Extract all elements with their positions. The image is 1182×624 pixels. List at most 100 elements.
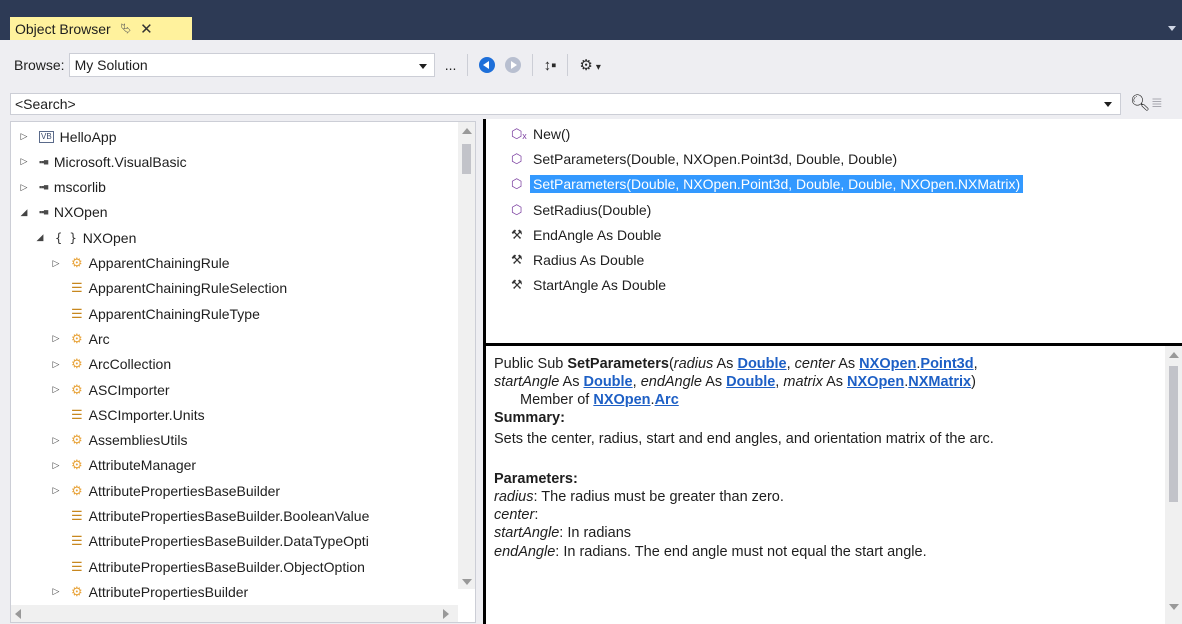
type-link[interactable]: Double (583, 374, 632, 390)
chevron-down-icon: ▾ (595, 62, 601, 73)
member-item-label: StartAngle As Double (533, 277, 667, 294)
scroll-up-icon[interactable] (462, 128, 472, 134)
tree-item[interactable]: ▷ ⚙ ApparentChainingRule (49, 251, 230, 276)
expand-arrow-icon[interactable]: ▷ (17, 182, 31, 193)
sig-text: As (701, 374, 727, 390)
tree-item[interactable]: ☰ ApparentChainingRuleType (49, 301, 260, 326)
add-reference-icon[interactable]: ↕▪ (544, 57, 557, 74)
expand-arrow-icon[interactable]: ▷ (49, 258, 63, 269)
namespace-link[interactable]: NXOpen (593, 392, 650, 408)
scroll-up-icon[interactable] (1169, 352, 1179, 358)
tree-item[interactable]: ☰ ApparentChainingRuleSelection (49, 276, 287, 301)
browse-scope-value: My Solution (74, 57, 148, 73)
type-link[interactable]: Double (726, 374, 775, 390)
param-radius: radius: The radius must be greater than … (494, 488, 784, 506)
constructor-icon: ⬡ₓ (511, 126, 527, 141)
tree-item[interactable]: ☰ AttributePropertiesBaseBuilder.BooleanV… (49, 504, 369, 529)
tree-item-label: ApparentChainingRuleSelection (88, 280, 288, 297)
search-input[interactable]: <Search> (10, 93, 1121, 115)
scroll-right-icon[interactable] (443, 609, 449, 619)
sig-text: As (822, 374, 848, 390)
class-icon: ⚙ (71, 330, 83, 346)
expand-arrow-icon[interactable]: ▷ (49, 333, 63, 344)
tree-item[interactable]: ◢ ▪▪■ NXOpen (17, 200, 108, 225)
tree-item[interactable]: ▷ ▪▪■ mscorlib (17, 175, 106, 200)
tree-item[interactable]: ▷ ⚙ Arc (49, 326, 110, 351)
expand-arrow-icon[interactable]: ▷ (49, 359, 63, 370)
tree-item[interactable]: ▷ ▪▪■ Microsoft.VisualBasic (17, 149, 187, 174)
expand-arrow-icon[interactable]: ▷ (49, 586, 63, 597)
type-link[interactable]: NXMatrix (908, 374, 971, 390)
collapse-arrow-icon[interactable]: ◢ (33, 232, 47, 243)
namespace-link[interactable]: NXOpen (847, 374, 904, 390)
tree-item[interactable]: ☰ AttributePropertiesBaseBuilder.DataType… (49, 529, 369, 554)
tree-item[interactable]: ◢ { } NXOpen (33, 225, 137, 250)
type-link[interactable]: Point3d (920, 356, 973, 372)
tree-vertical-scrollbar[interactable] (458, 122, 475, 589)
member-item[interactable]: ⬡ SetRadius(Double) (511, 198, 651, 222)
search-icon[interactable]: 🔍︎ (1130, 93, 1150, 113)
back-icon[interactable] (478, 57, 495, 73)
tree-item-label: AttributePropertiesBaseBuilder.ObjectOpt… (88, 558, 365, 575)
member-item[interactable]: ⬡ SetParameters(Double, NXOpen.Point3d, D… (511, 147, 897, 171)
scroll-down-icon[interactable] (1169, 604, 1179, 610)
param-center: center: (494, 506, 538, 524)
expand-arrow-icon[interactable]: ▷ (49, 435, 63, 446)
class-link[interactable]: Arc (655, 392, 679, 408)
close-icon[interactable]: ✕ (140, 20, 153, 38)
tree-item[interactable]: ▷ ⚙ AssembliesUtils (49, 428, 188, 453)
tree-item-label: NXOpen (53, 204, 108, 221)
object-browser-frame: Browse: My Solution ... ↕▪ ⚙ ▾ <Search> 🔍… (0, 40, 1182, 624)
window-dropdown-icon[interactable] (1168, 26, 1176, 31)
member-item-label: Radius As Double (533, 252, 645, 268)
edit-custom-components-button[interactable]: ... (441, 57, 461, 73)
chevron-down-icon[interactable] (418, 64, 427, 69)
tree-item[interactable]: ☰ AttributePropertiesBaseBuilder.ObjectOp… (49, 554, 365, 579)
tree-item-label: AttributeManager (88, 457, 197, 474)
scroll-left-icon[interactable] (15, 609, 21, 619)
tab-object-browser[interactable]: Object Browser ⮱ ✕ (10, 17, 192, 40)
scroll-thumb[interactable] (462, 144, 471, 174)
member-item[interactable]: ⬡ₓ New() (511, 122, 570, 146)
tree-item[interactable]: ☰ ASCImporter.Units (49, 402, 205, 427)
scroll-thumb[interactable] (1169, 366, 1178, 502)
tree-item[interactable]: ▷ ⚙ AttributePropertiesBuilder (49, 579, 249, 604)
param-name: center (494, 507, 535, 523)
sig-text: ) (971, 374, 976, 390)
member-item[interactable]: ⚒ Radius As Double (511, 248, 644, 272)
enum-icon: ☰ (71, 305, 83, 321)
member-item-label: SetParameters(Double, NXOpen.Point3d, Do… (533, 151, 898, 168)
member-item-label: SetRadius(Double) (533, 201, 652, 218)
type-link[interactable]: Double (737, 356, 786, 372)
tree-item[interactable]: ▷ ⚙ ArcCollection (49, 352, 172, 377)
browse-scope-select[interactable]: My Solution (68, 53, 435, 77)
toolbar-separator (567, 54, 569, 76)
chevron-down-icon[interactable] (1104, 102, 1112, 107)
tree-horizontal-scrollbar[interactable] (11, 605, 458, 622)
member-item[interactable]: ⚒ StartAngle As Double (511, 273, 666, 297)
scroll-down-icon[interactable] (462, 579, 472, 585)
expand-arrow-icon[interactable]: ▷ (49, 485, 63, 496)
objects-tree[interactable]: ▷ VB HelloApp ▷ ▪▪■ Microsoft.VisualBasic ▷ ▪▪■… (10, 121, 476, 623)
expand-arrow-icon[interactable]: ▷ (49, 384, 63, 395)
forward-icon[interactable] (504, 57, 521, 73)
pin-icon[interactable]: ⮱ (121, 21, 131, 37)
enum-icon: ☰ (71, 508, 83, 523)
member-item[interactable]: ⬡ SetParameters(Double, NXOpen.Point3d, D… (511, 172, 1024, 196)
param-desc: : (534, 507, 539, 523)
tree-item[interactable]: ▷ ⚙ AttributePropertiesBaseBuilder (49, 478, 281, 503)
expand-arrow-icon[interactable]: ▷ (49, 460, 63, 471)
property-icon: ⚒ (511, 277, 523, 293)
tree-item[interactable]: ▷ ⚙ AttributeManager (49, 453, 197, 478)
expand-arrow-icon[interactable]: ▷ (17, 131, 31, 142)
expand-arrow-icon[interactable]: ▷ (17, 156, 31, 167)
namespace-link[interactable]: NXOpen (859, 356, 916, 372)
members-list[interactable]: ⬡ₓ New() ⬡ SetParameters(Double, NXOpen.Poi… (483, 119, 1182, 346)
gear-icon[interactable]: ⚙ ▾ (579, 56, 600, 74)
collapse-arrow-icon[interactable]: ◢ (17, 207, 31, 218)
clear-search-icon[interactable]: ≣ (1151, 94, 1163, 111)
tree-item[interactable]: ▷ ⚙ ASCImporter (49, 377, 170, 402)
description-vertical-scrollbar[interactable] (1165, 346, 1182, 624)
member-item[interactable]: ⚒ EndAngle As Double (511, 223, 661, 247)
tree-item[interactable]: ▷ VB HelloApp (17, 124, 117, 149)
